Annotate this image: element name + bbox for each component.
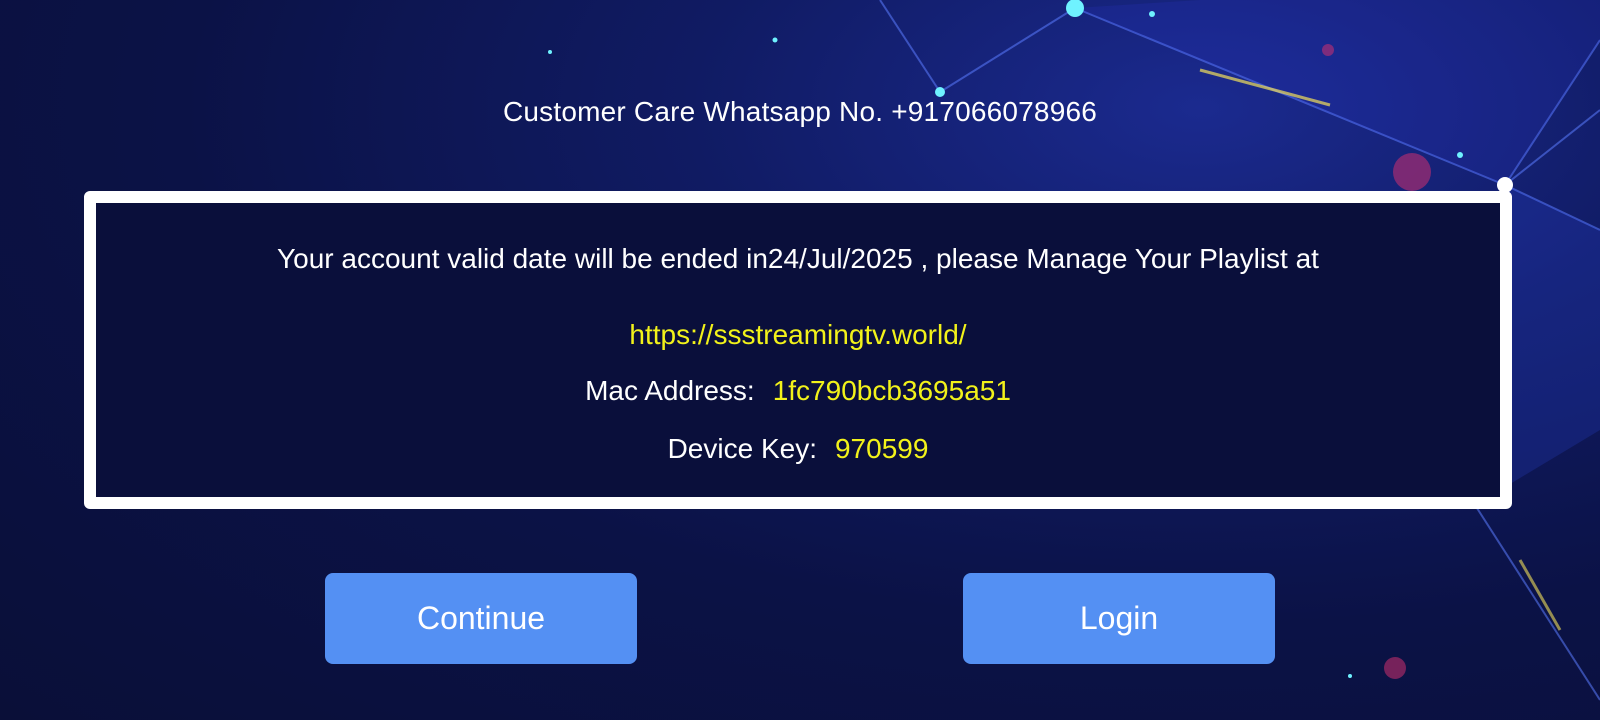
continue-button[interactable]: Continue [325,573,637,664]
login-button[interactable]: Login [963,573,1275,664]
activation-screen: Customer Care Whatsapp No. +917066078966… [0,0,1600,720]
mac-address-label: Mac Address: [585,375,755,406]
mac-address-row: Mac Address: 1fc790bcb3695a51 [96,375,1500,407]
account-info-panel: Your account valid date will be ended in… [84,191,1512,509]
device-key-value: 970599 [834,433,929,464]
mac-address-value: 1fc790bcb3695a51 [772,375,1011,406]
device-key-label: Device Key: [667,433,817,464]
playlist-url-link[interactable]: https://ssstreamingtv.world/ [96,319,1500,351]
expiry-message: Your account valid date will be ended in… [277,243,1319,274]
device-key-row: Device Key: 970599 [96,433,1500,465]
customer-care-text: Customer Care Whatsapp No. +917066078966 [502,96,1098,127]
